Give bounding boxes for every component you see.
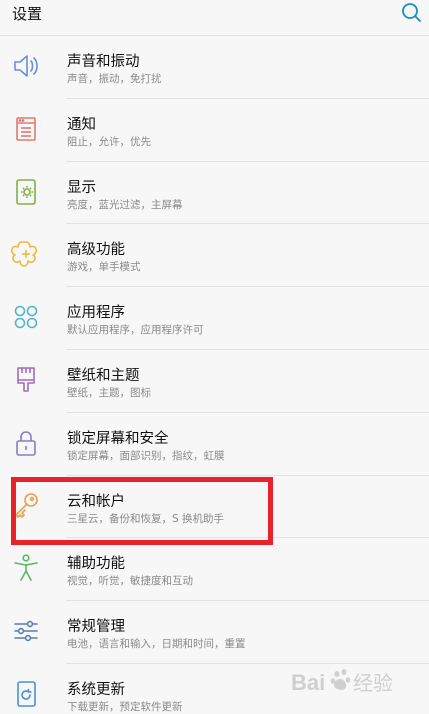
key-icon [10, 490, 42, 522]
settings-item-title: 云和帐户 [67, 493, 125, 510]
settings-item-subtitle: 阻止，允许，优先 [67, 135, 151, 148]
settings-item-lock[interactable]: 锁定屏幕和安全 锁定屏幕，面部识别，指纹，虹膜 [0, 412, 429, 476]
settings-item-subtitle: 声音，振动，免打扰 [67, 73, 162, 85]
settings-item-subtitle: 锁定屏幕，面部识别，指纹，虹膜 [67, 449, 225, 462]
settings-item-notifications[interactable]: 通知 阻止，允许，优先 [0, 98, 429, 162]
settings-item-wallpaper[interactable]: 壁纸和主题 壁纸，主题，图标 [0, 349, 429, 413]
settings-list: 声音和振动 声音，振动，免打扰 通知 阻止，允许，优先 显示 亮度，蓝光过滤，主… [0, 36, 429, 714]
notification-icon [10, 113, 42, 145]
speaker-icon [10, 50, 42, 82]
app-header: 设置 [0, 0, 429, 36]
settings-item-general[interactable]: 常规管理 电池，语言和输入，日期和时间，重置 [0, 601, 429, 664]
settings-item-accessibility[interactable]: 辅助功能 视觉，听觉，敏捷度和互动 [0, 538, 429, 602]
sliders-icon [10, 615, 42, 647]
system-update-icon [10, 678, 42, 710]
settings-item-sound[interactable]: 声音和振动 声音，振动，免打扰 [0, 36, 429, 99]
settings-item-display[interactable]: 显示 亮度，蓝光过滤，主屏幕 [0, 161, 429, 225]
settings-item-title: 应用程序 [67, 305, 125, 322]
settings-item-title: 系统更新 [67, 681, 125, 698]
apps-icon [10, 301, 42, 333]
display-icon [10, 176, 42, 208]
settings-item-apps[interactable]: 应用程序 默认应用程序，应用程序许可 [0, 287, 429, 350]
settings-item-title: 常规管理 [67, 619, 125, 636]
settings-item-title: 声音和振动 [67, 54, 140, 70]
settings-item-cloud[interactable]: 云和帐户 三星云，备份和恢复，S 换机助手 [0, 475, 429, 539]
paintbrush-icon [10, 364, 42, 396]
settings-item-title: 高级功能 [67, 242, 125, 259]
settings-item-subtitle: 三星云，备份和恢复，S 换机助手 [67, 512, 225, 525]
settings-item-advanced[interactable]: 高级功能 游戏，单手模式 [0, 224, 429, 288]
settings-item-subtitle: 默认应用程序，应用程序许可 [67, 324, 204, 337]
settings-item-title: 通知 [67, 116, 96, 133]
settings-item-subtitle: 壁纸，主题，图标 [67, 386, 151, 399]
search-icon[interactable] [399, 1, 423, 25]
advanced-features-icon [10, 238, 42, 270]
accessibility-icon [10, 552, 42, 584]
settings-item-title: 壁纸和主题 [67, 367, 140, 384]
settings-item-subtitle: 下载更新，预定软件更新 [67, 700, 183, 713]
settings-item-subtitle: 亮度，蓝光过滤，主屏幕 [67, 198, 183, 211]
settings-item-title: 锁定屏幕和安全 [67, 430, 169, 447]
lock-icon [10, 427, 42, 459]
settings-item-update[interactable]: 系统更新 下载更新，预定软件更新 [0, 663, 429, 714]
settings-item-subtitle: 视觉，听觉，敏捷度和互动 [67, 575, 193, 588]
settings-item-title: 显示 [67, 179, 96, 196]
page-title: 设置 [12, 5, 43, 23]
settings-item-subtitle: 游戏，单手模式 [67, 261, 141, 274]
settings-item-subtitle: 电池，语言和输入，日期和时间，重置 [67, 638, 246, 651]
settings-item-title: 辅助功能 [67, 556, 125, 573]
